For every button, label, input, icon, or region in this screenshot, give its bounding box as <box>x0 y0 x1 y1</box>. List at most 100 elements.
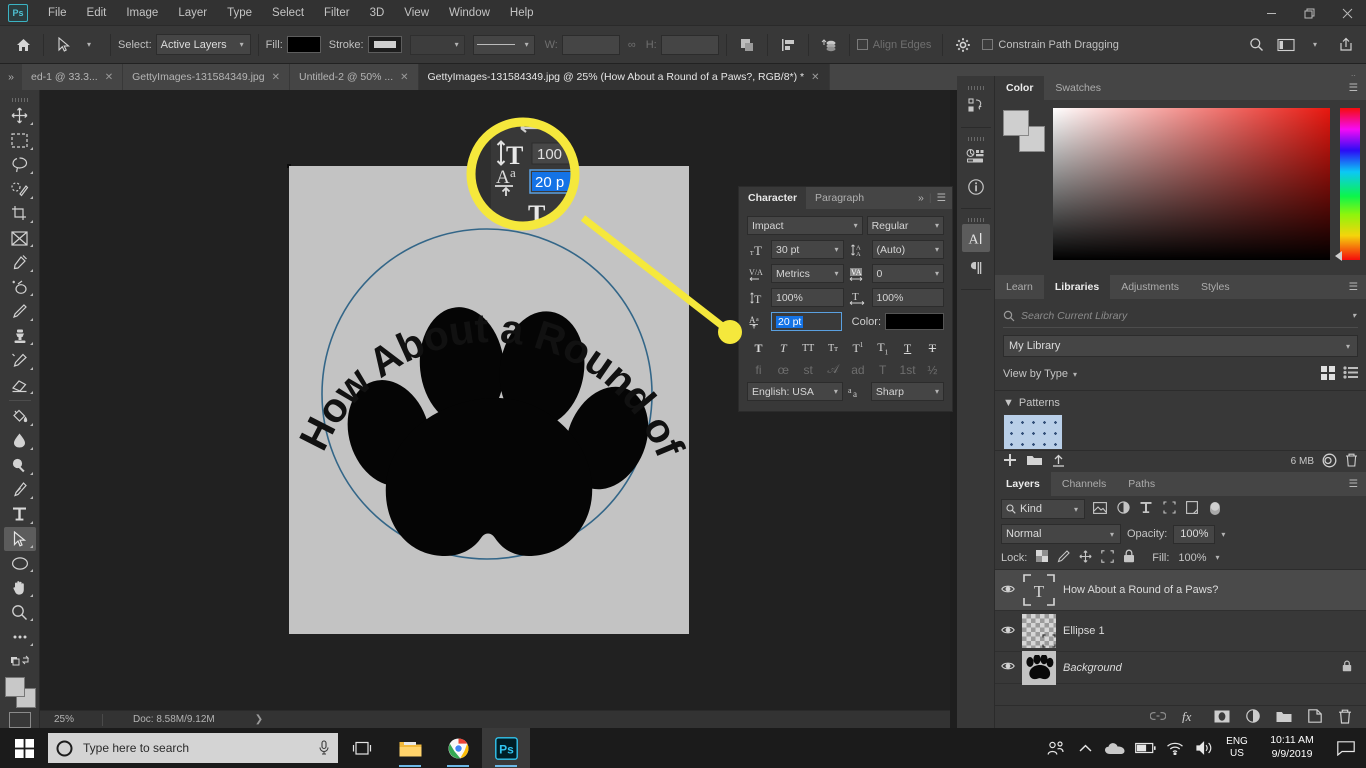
menu-image[interactable]: Image <box>116 3 168 23</box>
small-caps-button[interactable]: Tт <box>823 340 844 357</box>
path-operations-icon[interactable] <box>734 33 760 57</box>
tab-swatches[interactable]: Swatches <box>1044 76 1112 100</box>
tab-adjustments[interactable]: Adjustments <box>1110 275 1190 299</box>
filter-type-icon[interactable] <box>1138 501 1154 517</box>
layer-row-text[interactable]: T How About a Round of a Paws? <box>995 570 1366 611</box>
subscript-button[interactable]: T1 <box>872 340 893 357</box>
stroke-color-swatch[interactable] <box>367 36 402 53</box>
lock-transparency-icon[interactable] <box>1036 550 1049 565</box>
menu-window[interactable]: Window <box>439 3 500 23</box>
filter-shape-icon[interactable] <box>1161 501 1177 517</box>
blend-mode-dropdown[interactable]: Normal ▾ <box>1001 524 1121 544</box>
clone-stamp-tool[interactable] <box>4 324 36 348</box>
foreground-color-swatch[interactable] <box>4 677 25 698</box>
close-tab-icon[interactable]: ✕ <box>400 72 408 83</box>
file-explorer-icon[interactable] <box>386 728 434 768</box>
stylistic-alternates-button[interactable]: ad <box>847 361 868 378</box>
titling-alternates-button[interactable]: T <box>872 361 893 378</box>
cloud-sync-icon[interactable] <box>1322 453 1337 471</box>
move-tool[interactable] <box>4 104 36 128</box>
ordinals-button[interactable]: 1st <box>897 361 918 378</box>
menu-layer[interactable]: Layer <box>168 3 217 23</box>
gear-icon[interactable] <box>950 33 976 57</box>
lock-all-icon[interactable] <box>1123 549 1135 566</box>
chrome-icon[interactable] <box>434 728 482 768</box>
horizontal-scale-input[interactable]: 100% <box>871 288 944 307</box>
input-language-indicator[interactable]: ENG US <box>1220 736 1254 761</box>
close-button[interactable] <box>1328 0 1366 26</box>
new-layer-icon[interactable] <box>1308 709 1322 726</box>
taskbar-search-box[interactable]: Type here to search <box>48 733 338 763</box>
strikethrough-button[interactable]: T <box>922 340 943 357</box>
tab-paths[interactable]: Paths <box>1117 472 1166 496</box>
swash-button[interactable]: 𝒜 <box>823 361 844 378</box>
disclosure-triangle-icon[interactable]: ▼ <box>1003 397 1014 409</box>
underline-button[interactable]: T <box>897 340 918 357</box>
layer-filter-kind-dropdown[interactable]: Kind ▾ <box>1001 499 1085 519</box>
vertical-scale-input[interactable]: 100% <box>771 288 844 307</box>
paint-bucket-tool[interactable] <box>4 404 36 428</box>
all-caps-button[interactable]: TT <box>798 340 819 357</box>
layer-visibility-icon[interactable] <box>1001 625 1015 638</box>
layer-thumbnail-background[interactable] <box>1022 650 1056 685</box>
layer-row-shape[interactable]: Ellipse 1 <box>995 611 1366 652</box>
tracking-input[interactable]: 0 ▾ <box>871 264 944 283</box>
document-tab-0[interactable]: ed-1 @ 33.3... ✕ <box>22 64 124 90</box>
fill-color-swatch[interactable] <box>286 36 321 53</box>
path-alignment-icon[interactable] <box>775 33 801 57</box>
share-icon[interactable] <box>1332 32 1360 58</box>
discretionary-ligatures-button[interactable]: œ <box>773 361 794 378</box>
info-icon[interactable] <box>962 173 990 201</box>
tab-learn[interactable]: Learn <box>995 275 1044 299</box>
properties-icon[interactable] <box>962 143 990 171</box>
foreground-background-colors[interactable] <box>4 677 36 709</box>
edit-toolbar-icon[interactable] <box>4 649 36 673</box>
path-selection-tool[interactable] <box>3 526 36 551</box>
library-group-patterns[interactable]: ▼ Patterns <box>995 395 1366 411</box>
list-view-icon[interactable] <box>1343 365 1358 383</box>
wifi-icon[interactable] <box>1160 728 1190 768</box>
superscript-button[interactable]: T1 <box>847 340 868 357</box>
dodge-tool[interactable] <box>4 453 36 477</box>
eraser-tool[interactable] <box>4 373 36 397</box>
view-by-label[interactable]: View by Type <box>1003 368 1068 380</box>
leading-input[interactable]: (Auto) ▾ <box>871 240 944 259</box>
menu-file[interactable]: File <box>38 3 77 23</box>
maximize-button[interactable] <box>1290 0 1328 26</box>
workspace-icon[interactable] <box>1272 32 1300 58</box>
stroke-width-field[interactable]: ▾ <box>409 34 465 55</box>
color-field[interactable] <box>1053 108 1330 260</box>
height-input[interactable] <box>660 34 719 55</box>
notification-center-icon[interactable] <box>1330 740 1362 756</box>
chevron-down-icon[interactable]: ▾ <box>1221 530 1227 539</box>
close-tab-icon[interactable]: ✕ <box>105 72 113 83</box>
layer-mask-icon[interactable] <box>1214 710 1230 726</box>
tab-overflow-left-icon[interactable]: » <box>0 64 22 90</box>
tool-preset-chevron-icon[interactable]: ▾ <box>77 33 103 57</box>
history-brush-tool[interactable] <box>4 348 36 372</box>
font-style-dropdown[interactable]: Regular ▾ <box>866 216 944 235</box>
library-search-input[interactable]: Search Current Library <box>1021 310 1127 322</box>
menu-edit[interactable]: Edit <box>77 3 117 23</box>
hand-tool[interactable] <box>4 575 36 599</box>
menu-type[interactable]: Type <box>217 3 262 23</box>
menu-help[interactable]: Help <box>500 3 544 23</box>
start-button-icon[interactable] <box>0 728 48 768</box>
add-asset-icon[interactable] <box>1003 453 1017 470</box>
panel-menu-icon[interactable]: ☰ <box>1349 275 1366 299</box>
upload-icon[interactable] <box>1052 454 1065 470</box>
frame-tool[interactable] <box>4 226 36 250</box>
delete-icon[interactable] <box>1345 453 1358 470</box>
anti-alias-dropdown[interactable]: Sharp ▾ <box>870 382 944 401</box>
type-tool[interactable] <box>4 502 36 526</box>
brush-tool[interactable] <box>4 299 36 323</box>
new-group-icon[interactable] <box>1276 710 1292 726</box>
hue-slider[interactable] <box>1335 108 1360 261</box>
close-tab-icon[interactable]: ✕ <box>811 72 819 83</box>
more-tools-icon[interactable] <box>4 624 36 648</box>
lock-artboard-icon[interactable] <box>1101 549 1115 566</box>
search-icon[interactable] <box>1242 32 1270 58</box>
layer-thumbnail-text[interactable]: T <box>1022 573 1056 607</box>
layer-row-background[interactable]: Background <box>995 650 1366 685</box>
link-layers-icon[interactable] <box>1149 711 1167 724</box>
